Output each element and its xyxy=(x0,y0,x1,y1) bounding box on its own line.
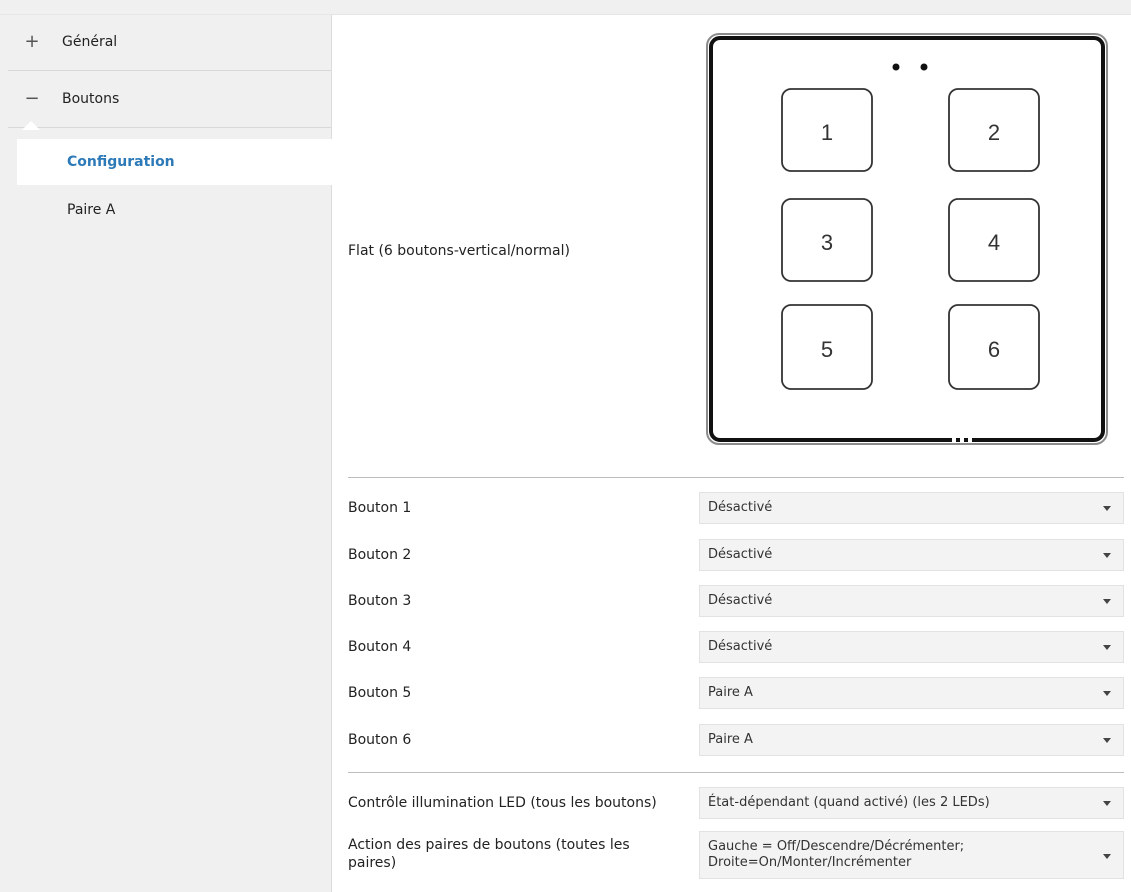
device-button-4: 4 xyxy=(948,198,1040,282)
device-button-1: 1 xyxy=(781,88,873,172)
sidebar-group-label: Général xyxy=(62,34,118,50)
selection-notch xyxy=(22,121,40,130)
device-button-number: 5 xyxy=(821,337,833,362)
sidebar-group-boutons[interactable]: − Boutons xyxy=(8,72,331,128)
device-preview: 1 2 3 4 5 6 xyxy=(706,33,1108,445)
select-value: État-dépendant (quand activé) (les 2 LED… xyxy=(708,795,990,810)
bouton-6-select[interactable]: Paire A xyxy=(699,724,1124,756)
select-value: Paire A xyxy=(708,685,753,700)
pair-action-label-line: Action des paires de boutons (toutes les xyxy=(348,837,630,853)
select-value: Désactivé xyxy=(708,500,773,515)
sidebar: + Général − Boutons Configuration Paire … xyxy=(0,15,332,892)
select-value: Paire A xyxy=(708,732,753,747)
sidebar-group-label: Boutons xyxy=(62,91,120,107)
select-value: Gauche = Off/Descendre/Décrémenter; Droi… xyxy=(708,839,1068,871)
sidebar-item-label: Paire A xyxy=(67,202,116,218)
bouton-1-select[interactable]: Désactivé xyxy=(699,492,1124,524)
top-bar xyxy=(0,0,1131,15)
bouton-5-select[interactable]: Paire A xyxy=(699,677,1124,709)
bouton-4-select[interactable]: Désactivé xyxy=(699,631,1124,663)
device-button-2: 2 xyxy=(948,88,1040,172)
led-control-label: Contrôle illumination LED (tous les bout… xyxy=(348,795,657,811)
dropdown-arrow-icon xyxy=(1103,645,1111,650)
select-value: Désactivé xyxy=(708,593,773,608)
dropdown-arrow-icon xyxy=(1103,801,1111,806)
led-control-select[interactable]: État-dépendant (quand activé) (les 2 LED… xyxy=(699,787,1124,819)
dropdown-arrow-icon xyxy=(1103,599,1111,604)
bouton-4-label: Bouton 4 xyxy=(348,639,412,655)
bouton-1-label: Bouton 1 xyxy=(348,500,412,516)
sidebar-item-configuration[interactable]: Configuration xyxy=(17,139,332,185)
device-model-label: Flat (6 boutons-vertical/normal) xyxy=(348,243,570,259)
bouton-2-select[interactable]: Désactivé xyxy=(699,539,1124,571)
sidebar-item-paire-a[interactable]: Paire A xyxy=(17,187,331,233)
select-value: Désactivé xyxy=(708,639,773,654)
bouton-3-label: Bouton 3 xyxy=(348,593,412,609)
section-divider xyxy=(348,772,1124,773)
section-divider xyxy=(348,477,1124,478)
bouton-6-label: Bouton 6 xyxy=(348,732,412,748)
bouton-3-select[interactable]: Désactivé xyxy=(699,585,1124,617)
pair-action-select[interactable]: Gauche = Off/Descendre/Décrémenter; Droi… xyxy=(699,831,1124,879)
select-value-line: Droite=On/Monter/Incrémenter xyxy=(708,855,912,870)
collapse-icon: − xyxy=(24,88,40,109)
bouton-5-label: Bouton 5 xyxy=(348,685,412,701)
dropdown-arrow-icon xyxy=(1103,553,1111,558)
device-button-number: 1 xyxy=(821,120,833,145)
bouton-2-label: Bouton 2 xyxy=(348,547,412,563)
device-button-5: 5 xyxy=(781,304,873,390)
led-indicator-right xyxy=(920,63,928,71)
pair-action-label: Action des paires de boutons (toutes les… xyxy=(348,836,693,872)
sidebar-group-general[interactable]: + Général xyxy=(8,15,331,71)
device-button-3: 3 xyxy=(781,198,873,282)
dropdown-arrow-icon xyxy=(1103,854,1111,859)
dropdown-arrow-icon xyxy=(1103,506,1111,511)
pair-action-label-line: paires) xyxy=(348,855,397,871)
device-button-number: 3 xyxy=(821,230,833,255)
select-value-line: Gauche = Off/Descendre/Décrémenter; xyxy=(708,839,965,854)
main-panel: Flat (6 boutons-vertical/normal) 1 2 3 4… xyxy=(332,15,1131,892)
device-button-number: 4 xyxy=(988,230,1000,255)
led-indicator-left xyxy=(892,63,900,71)
select-value: Désactivé xyxy=(708,547,773,562)
device-button-number: 2 xyxy=(988,120,1000,145)
device-button-6: 6 xyxy=(948,304,1040,390)
sidebar-item-label: Configuration xyxy=(67,154,175,170)
dropdown-arrow-icon xyxy=(1103,691,1111,696)
expand-icon: + xyxy=(24,31,40,52)
dropdown-arrow-icon xyxy=(1103,738,1111,743)
device-button-number: 6 xyxy=(988,337,1000,362)
